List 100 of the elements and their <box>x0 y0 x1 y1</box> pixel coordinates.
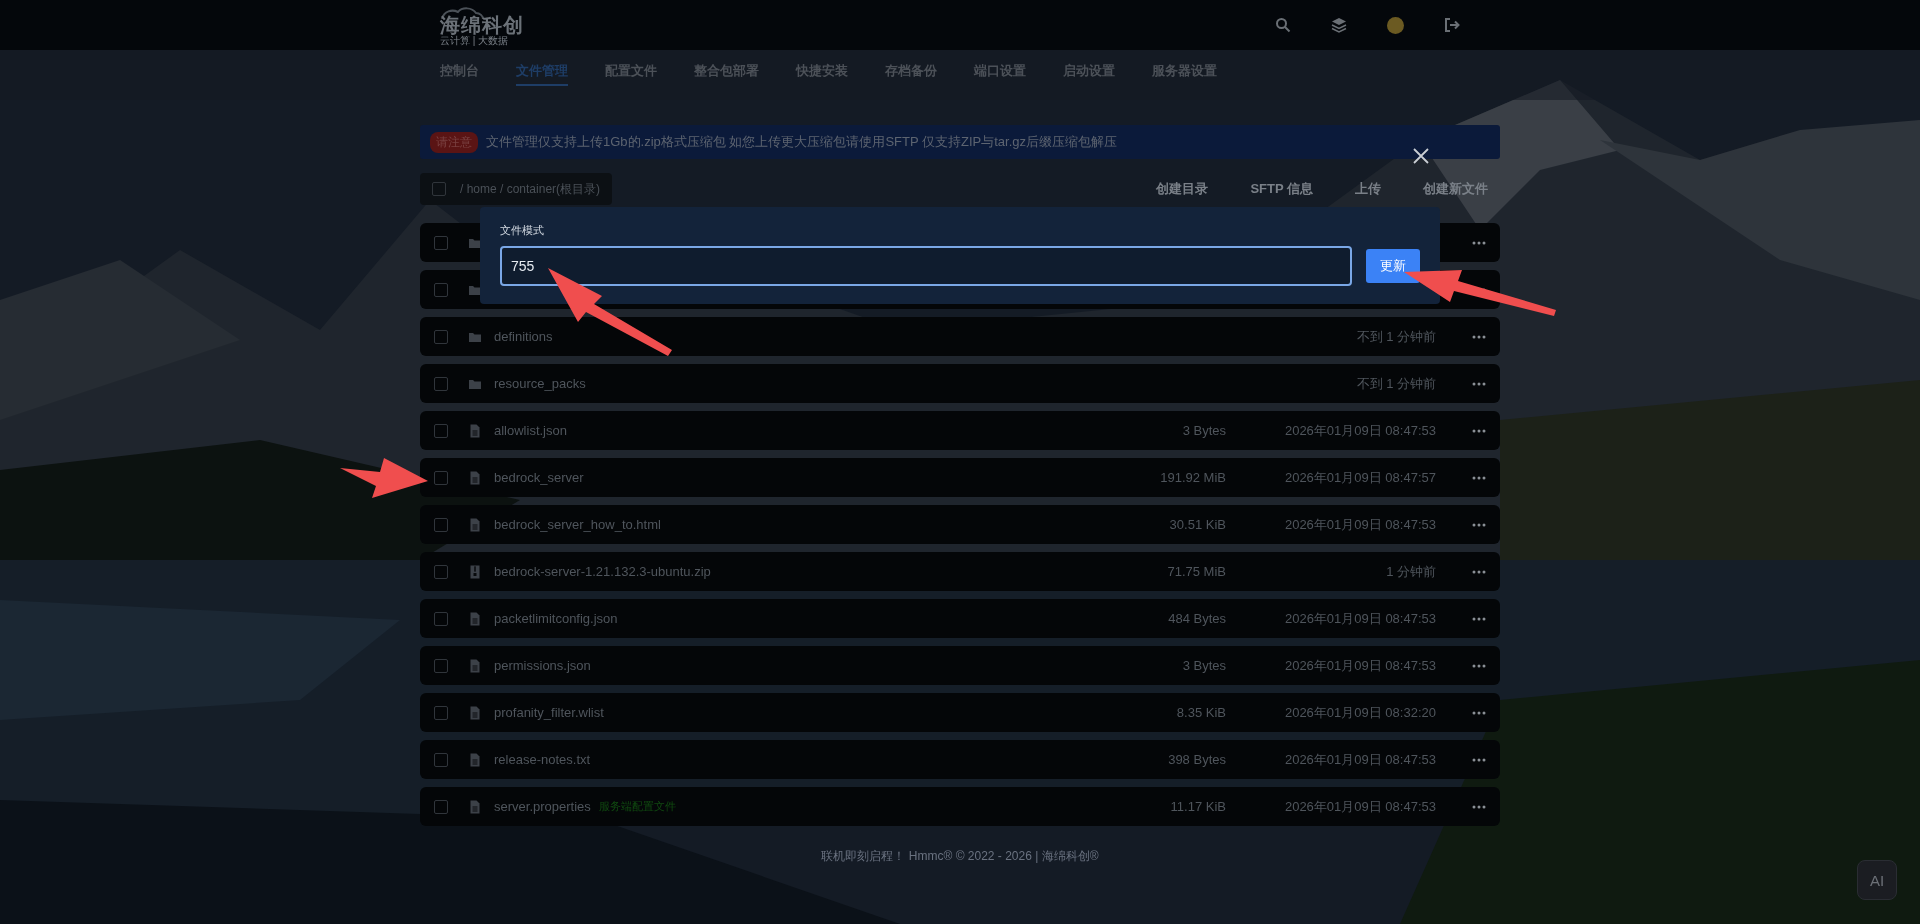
document-icon <box>468 705 482 720</box>
file-size: 8.35 KiB <box>1175 705 1226 720</box>
file-modified: 1 分钟前 <box>1385 562 1436 581</box>
document-icon <box>468 658 482 673</box>
toolbar-action[interactable]: SFTP 信息 <box>1250 180 1313 198</box>
nav-tab[interactable]: 服务器设置 <box>1152 58 1217 86</box>
file-modified: 2026年01月09日 08:47:53 <box>1283 515 1436 534</box>
file-size: 11.17 KiB <box>1169 799 1226 814</box>
file-row[interactable]: resource_packs 不到 1 分钟前 <box>420 364 1500 403</box>
more-icon[interactable] <box>1472 616 1486 621</box>
input-field[interactable]: 755 <box>500 246 1352 286</box>
more-icon[interactable] <box>1472 804 1486 809</box>
file-name: resource_packs <box>494 376 586 391</box>
nav-tab[interactable]: 文件管理 <box>516 58 568 86</box>
file-row[interactable]: permissions.json 3 Bytes 2026年01月09日 08:47:53 <box>420 646 1500 685</box>
file-row[interactable]: definitions 不到 1 分钟前 <box>420 317 1500 356</box>
toolbar-action[interactable]: 创建目录 <box>1156 180 1209 198</box>
nav-tab[interactable]: 配置文件 <box>605 58 657 86</box>
more-icon[interactable] <box>1472 710 1486 715</box>
file-name: bedrock_server <box>494 470 584 485</box>
layers-icon[interactable] <box>1331 17 1347 33</box>
row-checkbox[interactable] <box>434 517 448 532</box>
update-button[interactable]: 更新 <box>1366 249 1420 283</box>
file-name: definitions <box>494 329 553 344</box>
more-icon[interactable] <box>1472 522 1486 527</box>
close-icon[interactable] <box>1411 146 1431 166</box>
nav-tab[interactable]: 存档备份 <box>885 58 937 86</box>
document-icon <box>468 799 482 814</box>
file-row[interactable]: profanity_filter.wlist 8.35 KiB 2026年01月09日 08:32:20 <box>420 693 1500 732</box>
toolbar-action[interactable]: 上传 <box>1355 180 1381 198</box>
document-icon <box>468 517 482 532</box>
document-icon <box>468 611 482 626</box>
file-row[interactable]: server.properties 服务端配置文件 11.17 KiB 2026年01月09日 08:47:53 <box>420 787 1500 826</box>
document-icon <box>468 423 482 438</box>
file-name: release-notes.txt <box>494 752 591 767</box>
file-modified: 2026年01月09日 08:47:53 <box>1283 797 1436 816</box>
nav-tab[interactable]: 整合包部署 <box>694 58 759 86</box>
file-size: 3 Bytes <box>1181 423 1226 438</box>
logo-subtitle: 云计算 | 大数据 <box>440 35 509 46</box>
logo-title: 海绵科创 <box>440 14 524 35</box>
file-size: 3 Bytes <box>1181 658 1226 673</box>
footer-text: 联机即刻启程！ Hmmc® © 2022 - 2026 | 海绵科创® <box>820 848 1100 865</box>
logout-icon[interactable] <box>1444 17 1460 33</box>
row-checkbox[interactable] <box>434 752 448 767</box>
file-modified: 2026年01月09日 08:47:53 <box>1283 421 1436 440</box>
row-checkbox[interactable] <box>434 611 448 626</box>
zip-file-icon <box>468 564 482 579</box>
file-modified: 不到 1 分钟前 <box>1355 374 1436 393</box>
more-icon[interactable] <box>1472 428 1486 433</box>
file-row[interactable]: packetlimitconfig.json 484 Bytes 2026年01月09日 08:47:53 <box>420 599 1500 638</box>
file-row[interactable]: release-notes.txt 398 Bytes 2026年01月09日 08:47:53 <box>420 740 1500 779</box>
field-label: 文件模式 <box>500 223 545 238</box>
nav-tab[interactable]: 端口设置 <box>974 58 1026 86</box>
file-name: allowlist.json <box>494 423 567 438</box>
file-modified: 2026年01月09日 08:47:57 <box>1283 468 1436 487</box>
more-icon[interactable] <box>1472 757 1486 762</box>
path-text: / home / container(根目录) <box>460 180 601 198</box>
row-checkbox[interactable] <box>434 705 448 720</box>
file-modified: 不到 1 分钟前 <box>1355 327 1436 346</box>
row-checkbox[interactable] <box>434 799 448 814</box>
row-checkbox[interactable] <box>434 423 448 438</box>
file-row[interactable]: bedrock_server 191.92 MiB 2026年01月09日 08:47:57 <box>420 458 1500 497</box>
file-modified: 2026年01月09日 08:47:53 <box>1283 609 1436 628</box>
more-icon[interactable] <box>1472 381 1486 386</box>
file-row[interactable]: bedrock_server_how_to.html 30.51 KiB 2026年01月09日 08:47:53 <box>420 505 1500 544</box>
nav-tab[interactable]: 快捷安装 <box>796 58 848 86</box>
more-icon[interactable] <box>1472 240 1486 245</box>
notice-text: 文件管理仅支持上传1Gb的.zip格式压缩包 如您上传更大压缩包请使用SFTP 仅支持ZIP与tar.gz后缀压缩包解压 <box>486 133 1118 151</box>
file-row[interactable]: allowlist.json 3 Bytes 2026年01月09日 08:47:53 <box>420 411 1500 450</box>
file-name: profanity_filter.wlist <box>494 705 604 720</box>
file-modified: 2026年01月09日 08:32:20 <box>1283 703 1436 722</box>
nav-tab[interactable]: 控制台 <box>440 58 479 86</box>
file-modified: 2026年01月09日 08:47:53 <box>1283 656 1436 675</box>
file-size: 71.75 MiB <box>1166 564 1226 579</box>
search-icon[interactable] <box>1275 17 1291 33</box>
more-icon[interactable] <box>1472 334 1486 339</box>
more-icon[interactable] <box>1472 663 1486 668</box>
file-tag: 服务端配置文件 <box>598 799 676 814</box>
row-checkbox[interactable] <box>434 329 448 344</box>
file-name: bedrock-server-1.21.132.3-ubuntu.zip <box>494 564 711 579</box>
file-size: 484 Bytes <box>1167 611 1226 626</box>
row-checkbox[interactable] <box>434 564 448 579</box>
row-checkbox[interactable] <box>434 282 448 297</box>
ai-button[interactable]: AI <box>1857 860 1897 900</box>
select-all-checkbox[interactable] <box>432 182 446 196</box>
file-size: 30.51 KiB <box>1168 517 1226 532</box>
row-checkbox[interactable] <box>434 470 448 485</box>
toolbar-action[interactable]: 创建新文件 <box>1423 180 1488 198</box>
file-size: 191.92 MiB <box>1159 470 1226 485</box>
row-checkbox[interactable] <box>434 235 448 250</box>
file-row[interactable]: bedrock-server-1.21.132.3-ubuntu.zip 71.75 MiB 1 分钟前 <box>420 552 1500 591</box>
more-icon[interactable] <box>1472 569 1486 574</box>
file-name: server.properties <box>494 799 591 814</box>
file-name: bedrock_server_how_to.html <box>494 517 661 532</box>
avatar[interactable] <box>1387 16 1404 34</box>
row-checkbox[interactable] <box>434 376 448 391</box>
document-icon <box>468 470 482 485</box>
more-icon[interactable] <box>1472 475 1486 480</box>
row-checkbox[interactable] <box>434 658 448 673</box>
nav-tab[interactable]: 启动设置 <box>1063 58 1115 86</box>
